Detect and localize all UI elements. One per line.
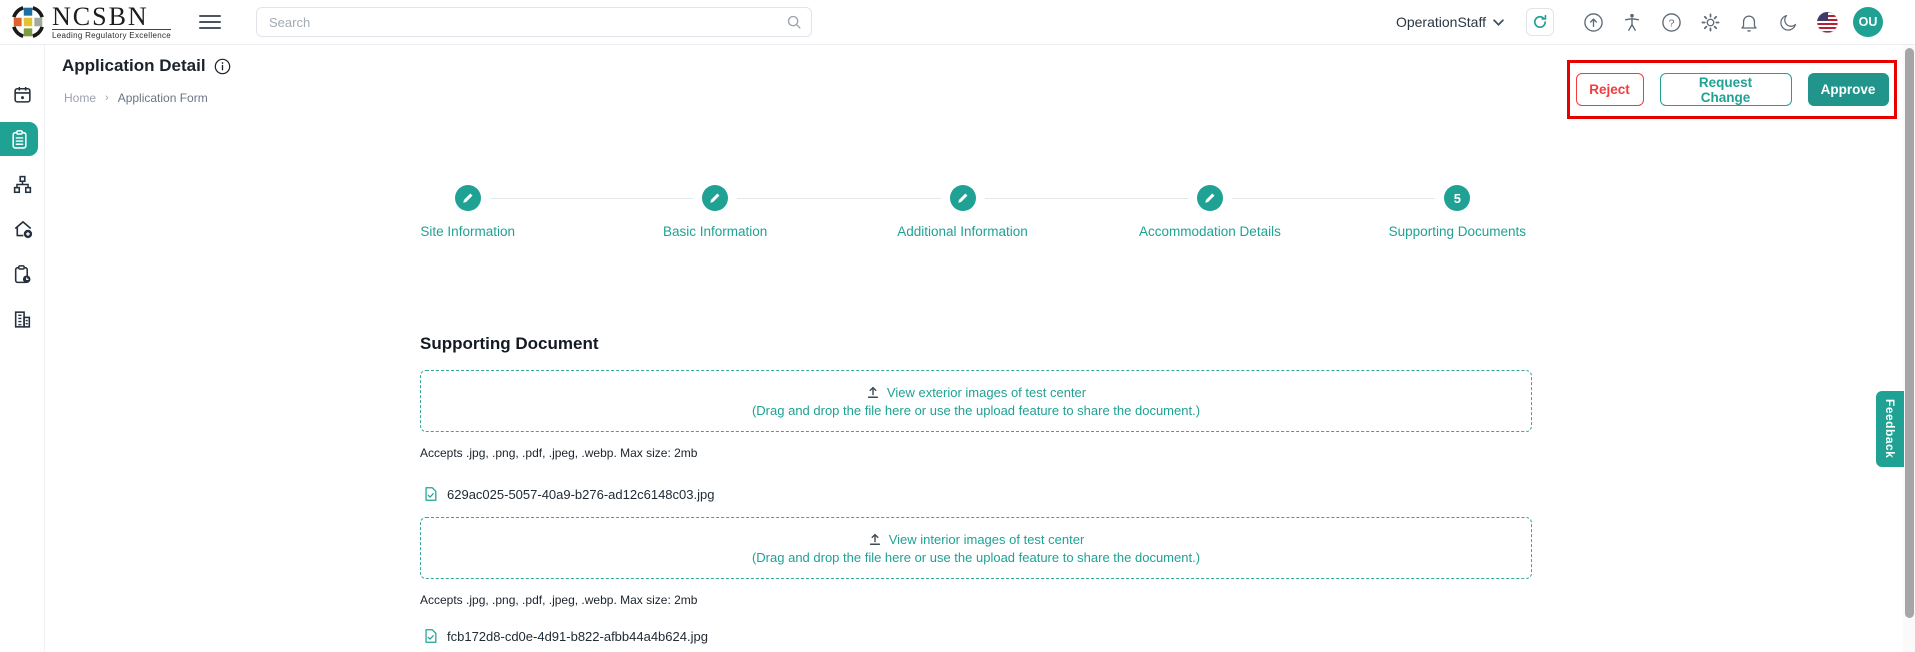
sidebar-item-organizations[interactable] [0, 302, 45, 336]
user-role-menu[interactable]: OperationStaff [1396, 14, 1504, 30]
application-stepper: Site Information Basic Information Addit… [344, 185, 1581, 239]
feedback-tab[interactable]: Feedback [1876, 391, 1904, 467]
step-completed-pencil-icon [454, 185, 481, 211]
search-input[interactable] [256, 7, 812, 37]
sidebar-item-calendar[interactable] [0, 77, 45, 111]
step-site-information[interactable]: Site Information [344, 185, 694, 239]
upload-title: View interior images of test center [888, 531, 1085, 547]
upload-title: View exterior images of test center [886, 384, 1087, 400]
file-check-icon [425, 629, 437, 643]
home-plus-icon [14, 221, 32, 239]
reject-button[interactable]: Reject [1575, 73, 1644, 106]
upload-dropzone-exterior[interactable]: View exterior images of test center (Dra… [420, 370, 1532, 432]
global-search [256, 7, 812, 37]
request-change-button[interactable]: Request Change [1659, 73, 1792, 106]
section-title: Supporting Document [420, 334, 599, 353]
breadcrumb-current: Application Form [117, 91, 208, 105]
uploaded-file-interior[interactable]: fcb172d8-cd0e-4d91-b822-afbb44a4b624.jpg [423, 628, 708, 644]
file-name: fcb172d8-cd0e-4d91-b822-afbb44a4b624.jpg [447, 628, 708, 644]
upload-hint: (Drag and drop the file here or use the … [751, 402, 1201, 418]
ncsbn-logo[interactable]: NCSBN Leading Regulatory Excellence [0, 1, 171, 40]
sidebar-item-pending-tasks[interactable] [0, 257, 45, 291]
refresh-button[interactable] [1526, 8, 1554, 36]
svg-text:?: ? [1668, 17, 1674, 29]
brand-tagline: Leading Regulatory Excellence [52, 28, 171, 40]
clipboard-list-icon [11, 129, 27, 149]
file-name: 629ac025-5057-40a9-b276-ad12c6148c03.jpg [447, 486, 715, 502]
ncsbn-logo-icon [12, 6, 44, 38]
accessibility-icon[interactable] [1619, 9, 1645, 35]
user-avatar[interactable]: OU [1853, 7, 1883, 37]
refresh-icon [1533, 14, 1547, 28]
vertical-scrollbar[interactable] [1903, 45, 1915, 652]
uploaded-file-exterior[interactable]: 629ac025-5057-40a9-b276-ad12c6148c03.jpg [423, 486, 714, 502]
sidebar-item-org-chart[interactable] [0, 167, 45, 201]
step-basic-information[interactable]: Basic Information [591, 185, 942, 239]
notifications-bell-icon[interactable] [1736, 9, 1762, 35]
breadcrumb: Home › Application Form [64, 91, 208, 105]
brand-name: NCSBN [52, 1, 149, 31]
step-accommodation-details[interactable]: Accommodation Details [1086, 185, 1436, 239]
office-building-icon [14, 310, 31, 328]
left-sidebar [0, 45, 45, 652]
approve-button[interactable]: Approve [1807, 73, 1889, 106]
search-icon[interactable] [786, 14, 802, 30]
upload-dropzone-interior[interactable]: View interior images of test center (Dra… [420, 517, 1532, 579]
sidebar-item-site-add[interactable] [0, 212, 45, 246]
page-title: Application Detail [62, 56, 231, 76]
file-check-icon [425, 487, 437, 501]
breadcrumb-home[interactable]: Home [64, 91, 96, 105]
app-header: NCSBN Leading Regulatory Excellence Oper… [0, 0, 1915, 45]
breadcrumb-separator: › [105, 92, 109, 104]
step-completed-pencil-icon [702, 185, 729, 211]
upload-accepts-note: Accepts .jpg, .png, .pdf, .jpeg, .webp. … [420, 446, 698, 460]
upload-hint: (Drag and drop the file here or use the … [751, 549, 1201, 565]
language-flag-icon[interactable] [1814, 9, 1840, 35]
upload-icon [867, 386, 878, 398]
step-number-badge: 5 [1444, 185, 1471, 211]
calendar-icon [14, 86, 31, 103]
clipboard-clock-icon [14, 264, 31, 283]
settings-gear-icon[interactable] [1697, 9, 1723, 35]
info-icon[interactable] [214, 58, 231, 75]
chevron-down-icon [1493, 18, 1504, 26]
upload-icon [869, 533, 880, 545]
menu-toggle-icon[interactable] [199, 15, 221, 29]
upload-accepts-note: Accepts .jpg, .png, .pdf, .jpeg, .webp. … [420, 593, 698, 607]
sidebar-item-applications[interactable] [0, 122, 38, 156]
scrollbar-thumb[interactable] [1905, 48, 1914, 618]
sitemap-icon [13, 175, 32, 193]
help-icon[interactable]: ? [1658, 9, 1684, 35]
upload-circle-icon[interactable] [1580, 9, 1606, 35]
user-role-label: OperationStaff [1395, 14, 1486, 30]
step-supporting-documents[interactable]: 5 Supporting Documents [1334, 185, 1581, 239]
step-completed-pencil-icon [1196, 185, 1223, 211]
dark-mode-moon-icon[interactable] [1775, 9, 1801, 35]
step-completed-pencil-icon [949, 185, 976, 211]
action-buttons-annotation: Reject Request Change Approve [1567, 60, 1897, 119]
step-additional-information[interactable]: Additional Information [839, 185, 1189, 239]
